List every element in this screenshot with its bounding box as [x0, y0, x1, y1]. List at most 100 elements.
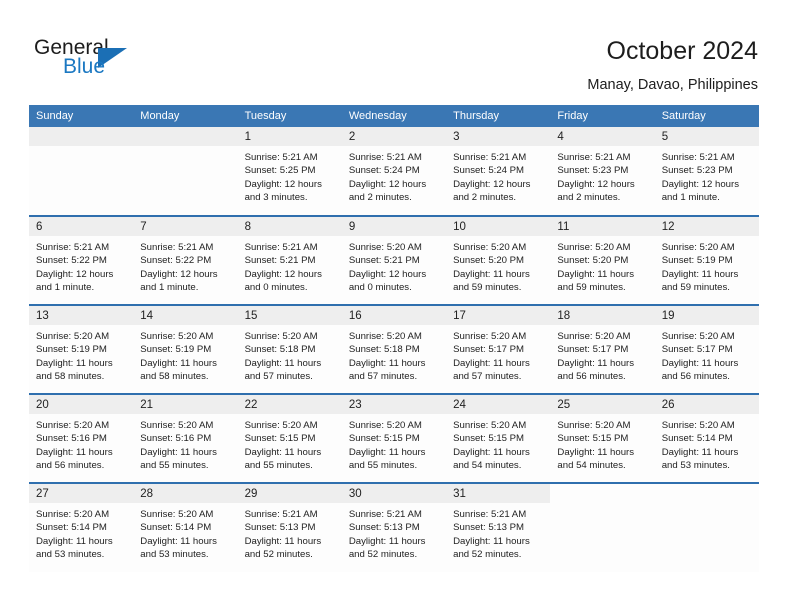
daylight-text-line1: Daylight: 11 hours — [348, 535, 426, 547]
calendar-day-cell[interactable]: 6 Sunrise: 5:21 AM Sunset: 5:22 PM Daylight… — [29, 215, 134, 305]
day-number: 21 — [133, 395, 238, 414]
calendar-day-cell[interactable]: 10 Sunrise: 5:20 AM Sunset: 5:20 PM Dayligh… — [446, 215, 551, 305]
sunset-text: Sunset: 5:17 PM — [557, 344, 629, 356]
calendar-day-cell[interactable]: 4 Sunrise: 5:21 AM Sunset: 5:23 PM Daylight… — [550, 127, 655, 216]
sunset-text: Sunset: 5:23 PM — [661, 165, 733, 177]
day-number: 8 — [237, 217, 342, 236]
sunset-text: Sunset: 5:16 PM — [36, 433, 107, 445]
day-sun-info: Sunrise: 5:20 AM Sunset: 5:15 PM Daylight:… — [550, 414, 654, 473]
daylight-text-line2: and 59 minutes. — [661, 282, 730, 294]
sunrise-text: Sunrise: 5:20 AM — [244, 420, 318, 431]
day-sun-info: Sunrise: 5:21 AM Sunset: 5:23 PM Daylight:… — [550, 146, 654, 205]
weekday-header-saturday: Saturday — [654, 105, 759, 127]
calendar-day-cell[interactable]: 11 Sunrise: 5:20 AM Sunset: 5:20 PM Dayligh… — [550, 215, 655, 305]
calendar-day-cell[interactable]: 22 Sunrise: 5:20 AM Sunset: 5:15 PM Dayligh… — [237, 393, 342, 483]
daylight-text-line1: Daylight: 11 hours — [36, 357, 113, 369]
sunset-text: Sunset: 5:17 PM — [453, 344, 525, 356]
calendar-week-row: 13 Sunrise: 5:20 AM Sunset: 5:19 PM Dayligh… — [29, 304, 759, 394]
day-sun-info: Sunrise: 5:21 AM Sunset: 5:24 PM Daylight:… — [446, 146, 550, 205]
daylight-text-line2: and 53 minutes. — [661, 460, 730, 472]
calendar-day-cell[interactable]: 14 Sunrise: 5:20 AM Sunset: 5:19 PM Dayligh… — [133, 304, 238, 394]
daylight-text-line1: Daylight: 12 hours — [348, 178, 427, 190]
sunrise-text: Sunrise: 5:21 AM — [453, 152, 527, 163]
calendar-day-cell[interactable]: 24 Sunrise: 5:20 AM Sunset: 5:15 PM Dayligh… — [446, 393, 551, 483]
calendar-day-cell[interactable]: 31 Sunrise: 5:21 AM Sunset: 5:13 PM Dayligh… — [446, 482, 551, 572]
daylight-text-line2: and 2 minutes. — [453, 192, 517, 204]
day-number: 6 — [29, 217, 134, 236]
daylight-text-line1: Daylight: 11 hours — [661, 446, 739, 458]
calendar-cell-empty — [133, 127, 238, 216]
daylight-text-line2: and 59 minutes. — [453, 282, 522, 294]
calendar-day-cell[interactable]: 2 Sunrise: 5:21 AM Sunset: 5:24 PM Daylight… — [341, 127, 447, 216]
sunrise-text: Sunrise: 5:20 AM — [453, 331, 527, 342]
calendar-day-cell[interactable]: 9 Sunrise: 5:20 AM Sunset: 5:21 PM Daylight… — [341, 215, 447, 305]
day-number: 31 — [446, 484, 551, 503]
calendar-day-cell[interactable]: 18 Sunrise: 5:20 AM Sunset: 5:17 PM Dayligh… — [550, 304, 655, 394]
calendar-day-cell[interactable]: 15 Sunrise: 5:20 AM Sunset: 5:18 PM Dayligh… — [237, 304, 342, 394]
calendar-day-cell[interactable]: 5 Sunrise: 5:21 AM Sunset: 5:23 PM Daylight… — [654, 127, 759, 216]
calendar-day-cell[interactable]: 16 Sunrise: 5:20 AM Sunset: 5:18 PM Dayligh… — [341, 304, 447, 394]
sunrise-text: Sunrise: 5:21 AM — [36, 242, 110, 253]
day-sun-info: Sunrise: 5:21 AM Sunset: 5:22 PM Daylight:… — [29, 236, 133, 295]
calendar-page: General Blue October 2024 Manay, Davao, … — [0, 0, 792, 612]
calendar-day-cell[interactable]: 21 Sunrise: 5:20 AM Sunset: 5:16 PM Dayligh… — [133, 393, 238, 483]
calendar-day-cell[interactable]: 25 Sunrise: 5:20 AM Sunset: 5:15 PM Dayligh… — [550, 393, 655, 483]
day-number: 15 — [237, 306, 342, 325]
calendar-day-cell[interactable]: 17 Sunrise: 5:20 AM Sunset: 5:17 PM Dayligh… — [446, 304, 551, 394]
calendar-day-cell[interactable]: 3 Sunrise: 5:21 AM Sunset: 5:24 PM Daylight… — [446, 127, 551, 216]
daylight-text-line2: and 57 minutes. — [453, 371, 522, 383]
calendar-week-row: 1 Sunrise: 5:21 AM Sunset: 5:25 PM Daylight… — [29, 127, 759, 216]
day-sun-info: Sunrise: 5:20 AM Sunset: 5:14 PM Daylight:… — [655, 414, 759, 473]
day-sun-info: Sunrise: 5:20 AM Sunset: 5:19 PM Daylight:… — [29, 325, 133, 384]
day-sun-info: Sunrise: 5:20 AM Sunset: 5:17 PM Daylight:… — [655, 325, 759, 384]
day-number: 11 — [550, 217, 655, 236]
daylight-text-line2: and 58 minutes. — [140, 371, 209, 383]
day-sun-info: Sunrise: 5:20 AM Sunset: 5:16 PM Daylight:… — [133, 414, 237, 473]
calendar-day-cell[interactable]: 29 Sunrise: 5:21 AM Sunset: 5:13 PM Dayligh… — [237, 482, 342, 572]
daylight-text-line1: Daylight: 11 hours — [661, 268, 739, 280]
sunset-text: Sunset: 5:19 PM — [36, 344, 107, 356]
calendar-day-cell[interactable]: 8 Sunrise: 5:21 AM Sunset: 5:21 PM Daylight… — [237, 215, 342, 305]
sunset-text: Sunset: 5:14 PM — [140, 522, 212, 534]
calendar-day-cell[interactable]: 26 Sunrise: 5:20 AM Sunset: 5:14 PM Dayligh… — [654, 393, 759, 483]
calendar-day-cell[interactable]: 20 Sunrise: 5:20 AM Sunset: 5:16 PM Dayligh… — [29, 393, 134, 483]
daylight-text-line2: and 56 minutes. — [661, 371, 730, 383]
weekday-header-monday: Monday — [133, 105, 238, 127]
day-number — [655, 484, 759, 503]
day-number: 20 — [29, 395, 134, 414]
calendar-day-cell[interactable]: 12 Sunrise: 5:20 AM Sunset: 5:19 PM Dayligh… — [654, 215, 759, 305]
daylight-text-line1: Daylight: 11 hours — [557, 446, 635, 458]
calendar-day-cell[interactable]: 19 Sunrise: 5:20 AM Sunset: 5:17 PM Dayligh… — [654, 304, 759, 394]
weekday-header-sunday: Sunday — [29, 105, 134, 127]
calendar-day-cell[interactable]: 27 Sunrise: 5:20 AM Sunset: 5:14 PM Dayligh… — [29, 482, 134, 572]
day-sun-info: Sunrise: 5:20 AM Sunset: 5:17 PM Daylight:… — [446, 325, 550, 384]
sunrise-text: Sunrise: 5:20 AM — [661, 331, 735, 342]
day-sun-info: Sunrise: 5:20 AM Sunset: 5:19 PM Daylight:… — [133, 325, 237, 384]
calendar-day-cell[interactable]: 1 Sunrise: 5:21 AM Sunset: 5:25 PM Daylight… — [237, 127, 342, 216]
daylight-text-line2: and 2 minutes. — [557, 192, 621, 204]
calendar-cell-empty — [550, 482, 655, 572]
daylight-text-line1: Daylight: 11 hours — [557, 357, 635, 369]
calendar-day-cell[interactable]: 23 Sunrise: 5:20 AM Sunset: 5:15 PM Dayligh… — [341, 393, 447, 483]
calendar-day-cell[interactable]: 28 Sunrise: 5:20 AM Sunset: 5:14 PM Dayligh… — [133, 482, 238, 572]
day-number: 27 — [29, 484, 134, 503]
sunset-text: Sunset: 5:18 PM — [244, 344, 316, 356]
day-number — [29, 127, 134, 146]
calendar-day-cell[interactable]: 30 Sunrise: 5:21 AM Sunset: 5:13 PM Dayligh… — [341, 482, 447, 572]
daylight-text-line1: Daylight: 11 hours — [244, 446, 322, 458]
page-title: October 2024 — [606, 37, 759, 65]
day-number: 2 — [341, 127, 447, 146]
daylight-text-line1: Daylight: 11 hours — [453, 535, 530, 547]
sunset-text: Sunset: 5:14 PM — [661, 433, 733, 445]
calendar-cell-empty — [654, 482, 759, 572]
day-sun-info: Sunrise: 5:21 AM Sunset: 5:23 PM Daylight:… — [655, 146, 759, 205]
day-sun-info: Sunrise: 5:20 AM Sunset: 5:18 PM Daylight:… — [342, 325, 446, 384]
calendar-day-cell[interactable]: 7 Sunrise: 5:21 AM Sunset: 5:22 PM Daylight… — [133, 215, 238, 305]
sunrise-text: Sunrise: 5:20 AM — [140, 331, 214, 342]
daylight-text-line1: Daylight: 11 hours — [661, 357, 739, 369]
daylight-text-line2: and 52 minutes. — [244, 549, 313, 561]
calendar-day-cell[interactable]: 13 Sunrise: 5:20 AM Sunset: 5:19 PM Dayligh… — [29, 304, 134, 394]
sunset-text: Sunset: 5:19 PM — [140, 344, 212, 356]
general-blue-logo[interactable]: General Blue — [34, 36, 214, 84]
day-number: 16 — [341, 306, 447, 325]
